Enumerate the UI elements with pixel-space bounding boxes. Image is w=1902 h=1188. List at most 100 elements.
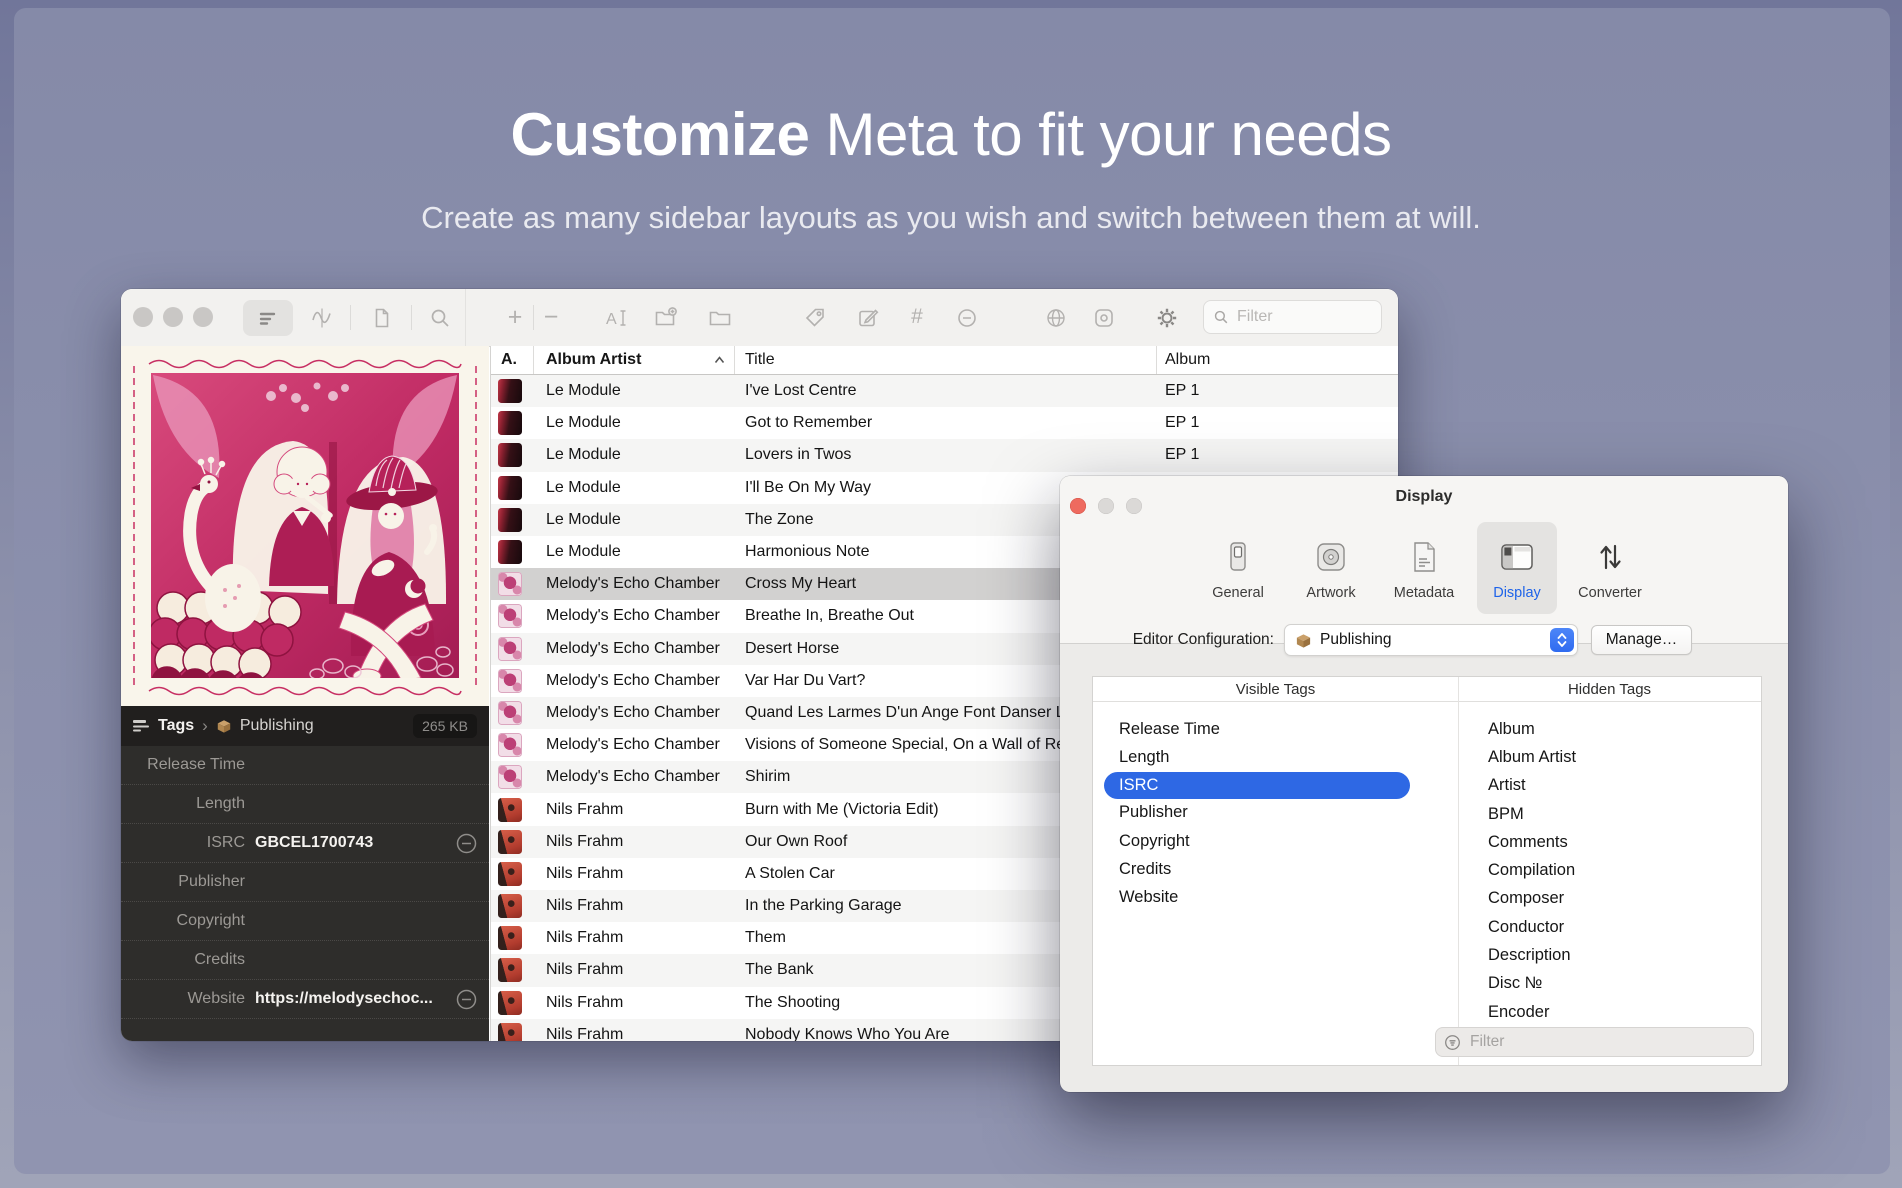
cell-album-artist: Nils Frahm [534,961,735,979]
text-edit-icon[interactable]: A [604,306,628,330]
tab-display[interactable]: Display [1477,522,1557,614]
album-art-thumbnail [498,411,522,435]
globe-icon[interactable] [1044,306,1068,330]
album-art-thumbnail [498,926,522,950]
column-header-album[interactable]: Album [1157,346,1398,374]
column-header-artwork[interactable]: A. [491,346,534,374]
visible-tag-item[interactable]: ISRC [1104,772,1410,799]
sidebar-field-row[interactable]: ISRCGBCEL1700743 [121,824,489,863]
remove-field-button[interactable] [455,832,478,855]
visible-tag-item[interactable]: Release Time [1093,715,1458,743]
document-icon[interactable] [370,306,394,330]
breadcrumb-current[interactable]: Publishing [240,717,314,735]
minimize-button[interactable] [163,307,183,327]
hidden-tag-item[interactable]: Artist [1459,772,1761,800]
field-value: GBCEL1700743 [255,834,373,852]
cell-album-artist: Nils Frahm [534,929,735,947]
cell-album: EP 1 [1157,446,1398,464]
number-icon[interactable]: # [905,301,929,333]
compose-icon[interactable] [856,306,880,330]
hidden-tag-item[interactable]: Conductor [1459,913,1761,941]
hidden-tag-item[interactable]: Composer [1459,885,1761,913]
tags-filter-input[interactable] [1468,1032,1712,1052]
visible-tags-header: Visible Tags [1093,677,1458,701]
table-row[interactable]: Le ModuleGot to RememberEP 1 [491,407,1398,439]
tags-panel-headers: Visible Tags Hidden Tags [1093,677,1761,702]
cell-album-artist: Melody's Echo Chamber [534,704,735,722]
manage-button[interactable]: Manage… [1591,625,1692,655]
tab-metadata[interactable]: Metadata [1384,522,1464,614]
album-art-thumbnail [498,830,522,854]
minus-circle-icon [455,832,478,855]
close-button[interactable] [133,307,153,327]
tab-general[interactable]: General [1198,522,1278,614]
tab-converter[interactable]: Converter [1570,522,1650,614]
album-art-thumbnail [498,443,522,467]
page-title: Customize Meta to fit your needs [0,100,1902,169]
visible-tag-item[interactable]: Publisher [1093,799,1458,827]
gear-icon[interactable] [1155,306,1179,330]
column-header-title[interactable]: Title [735,346,1157,374]
cell-album-artist: Le Module [534,446,735,464]
sidebar-field-row[interactable]: Websitehttps://melodysechoc... [121,980,489,1019]
sidebar-field-row[interactable]: Copyright [121,902,489,941]
field-label: Publisher [135,873,245,891]
waveform-icon[interactable] [310,306,334,330]
add-icon[interactable]: + [503,301,527,333]
breadcrumb: Tags › Publishing 265 KB [121,706,489,746]
remove-field-button[interactable] [455,988,478,1011]
cell-album: EP 1 [1157,414,1398,432]
column-header-album-artist[interactable]: Album Artist [534,346,735,374]
sidebar-field-row[interactable]: Release Time [121,746,489,785]
cell-album-artist: Melody's Echo Chamber [534,736,735,754]
hidden-tag-item[interactable]: Disc № [1459,970,1761,998]
tab-artwork[interactable]: Artwork [1291,522,1371,614]
album-art-thumbnail [498,508,522,532]
preferences-toolbar: General Artwork Metadata Display [1060,522,1788,640]
list-icon [133,719,150,733]
hidden-tag-item[interactable]: Encoder [1459,998,1761,1026]
cell-album-artist: Le Module [534,382,735,400]
hidden-tag-item[interactable]: Comments [1459,828,1761,856]
album-artwork[interactable] [121,346,489,706]
table-row[interactable]: Le ModuleLovers in TwosEP 1 [491,439,1398,471]
library-filter-input[interactable] [1235,307,1359,327]
toolbar-divider [533,305,534,330]
display-window-chrome: Display General Artwork Metadata [1060,476,1788,644]
remove-circle-icon[interactable] [955,306,979,330]
visible-tag-item[interactable]: Credits [1093,855,1458,883]
folder-icon[interactable] [708,306,732,330]
hidden-tag-item[interactable]: Album Artist [1459,743,1761,771]
hidden-tag-item[interactable]: Compilation [1459,856,1761,884]
zoom-button[interactable] [193,307,213,327]
remove-icon[interactable]: − [539,301,563,333]
field-label: Length [135,795,245,813]
tag-icon[interactable] [803,306,827,330]
breadcrumb-tags[interactable]: Tags [158,717,194,735]
visible-tag-item[interactable]: Website [1093,883,1458,911]
cell-album-artist: Le Module [534,479,735,497]
hidden-tag-item[interactable]: Album [1459,715,1761,743]
search-icon[interactable] [428,306,452,330]
editor-configuration-popup[interactable]: Publishing [1284,624,1578,656]
visible-tag-item[interactable]: Length [1093,743,1458,771]
tab-label: General [1212,585,1264,601]
visible-tag-item[interactable]: Copyright [1093,827,1458,855]
disc-icon [1314,532,1348,582]
sidebar-field-row[interactable]: Publisher [121,863,489,902]
sidebar-field-row[interactable]: Length [121,785,489,824]
tag-fields: Release Time Length ISRCGBCEL1700743 Publis… [121,746,489,1041]
cell-album-artist: Le Module [534,543,735,561]
sidebar-field-row[interactable]: Credits [121,941,489,980]
cell-album-artist: Le Module [534,414,735,432]
hidden-tag-item[interactable]: BPM [1459,800,1761,828]
library-filter-field[interactable] [1203,300,1382,334]
search-icon [1213,309,1229,325]
cell-album-artist: Nils Frahm [534,801,735,819]
hidden-tag-item[interactable]: Description [1459,941,1761,969]
tags-filter-field[interactable] [1435,1027,1754,1057]
field-label: Website [135,990,245,1008]
folder-add-icon[interactable] [654,306,678,330]
table-row[interactable]: Le ModuleI've Lost CentreEP 1 [491,375,1398,407]
artwork-frame-icon[interactable] [1092,306,1116,330]
